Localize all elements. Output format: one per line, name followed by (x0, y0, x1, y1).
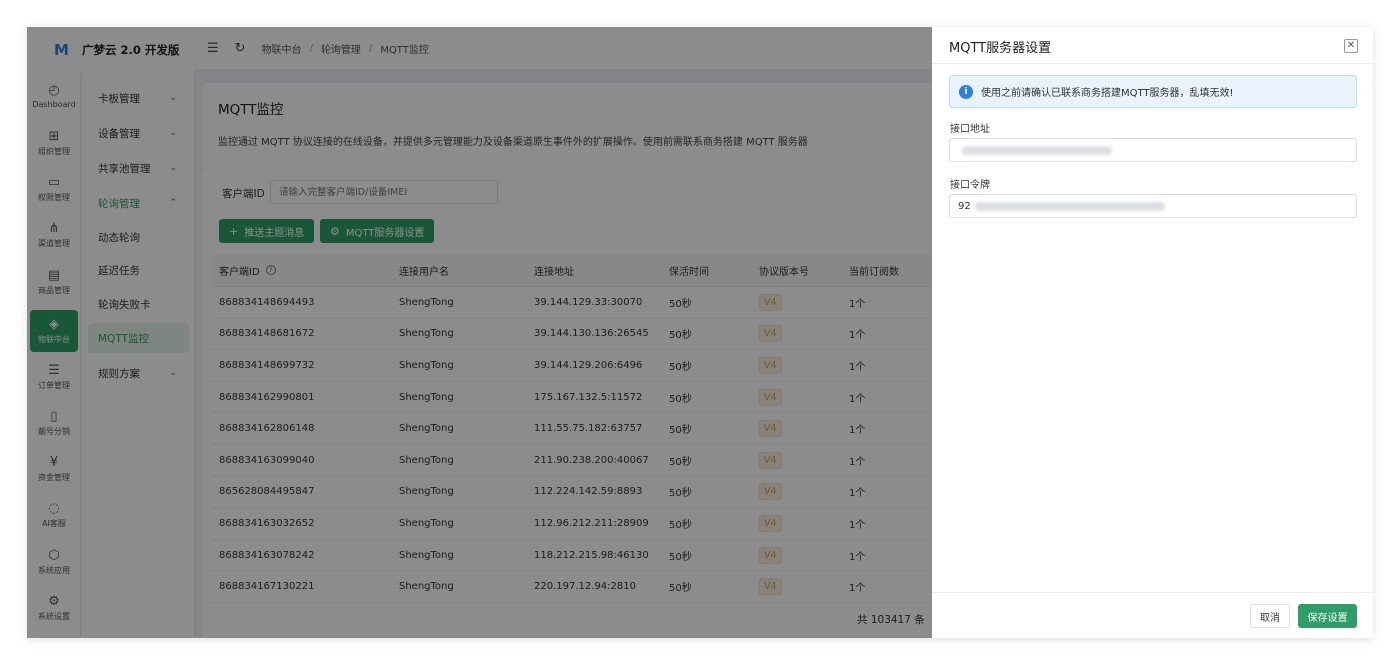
app-window: ◴ Dashboard ⊞ 组织管理 ▭ 权限管理 ⋔ 渠道管理 ▤ 商品管理 ◈ 物联中台 ☰ 订单管理… (27, 27, 1373, 638)
alert-text: 使用之前请确认已联系商务搭建MQTT服务器，乱填无效! (981, 88, 1234, 99)
redacted-value (974, 201, 1165, 211)
address-input[interactable] (949, 138, 1357, 162)
address-label: 接口地址 (950, 124, 990, 135)
token-label: 接口令牌 (950, 180, 990, 191)
mqtt-settings-drawer: MQTT服务器设置 ✕ i 使用之前请确认已联系商务搭建MQTT服务器，乱填无效… (932, 27, 1373, 638)
info-icon: i (959, 84, 973, 99)
redacted-value (962, 145, 1112, 155)
token-prefix: 92 (958, 200, 971, 212)
save-settings-button[interactable]: 保存设置 (1298, 604, 1357, 628)
close-icon[interactable]: ✕ (1344, 39, 1358, 53)
token-input[interactable]: 92 (949, 194, 1357, 218)
info-alert: i 使用之前请确认已联系商务搭建MQTT服务器，乱填无效! (949, 75, 1357, 108)
divider (932, 63, 1373, 64)
divider (932, 592, 1373, 593)
drawer-title: MQTT服务器设置 (949, 41, 1052, 56)
cancel-button[interactable]: 取消 (1250, 604, 1290, 628)
